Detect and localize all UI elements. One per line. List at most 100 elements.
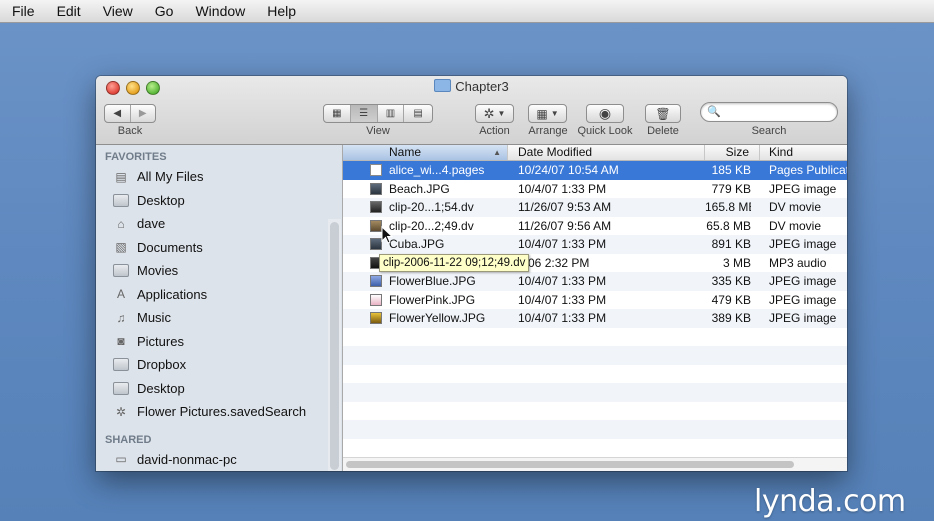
empty-row (343, 420, 847, 439)
jpeg-image-icon (370, 275, 382, 287)
sidebar-item-dropbox[interactable]: Dropbox (96, 353, 342, 377)
column-date-modified[interactable]: Date Modified (508, 145, 705, 160)
folder-icon (113, 381, 129, 395)
file-date: 11/26/07 9:56 AM (518, 218, 612, 233)
pages-document-icon (370, 164, 382, 176)
file-kind: JPEG image (769, 237, 837, 251)
trash-icon: 🗑 (655, 106, 671, 121)
column-view-icon[interactable]: ▥ (378, 105, 405, 122)
file-date: 10/4/07 1:33 PM (518, 181, 607, 196)
folder-icon (434, 79, 452, 92)
sidebar-item-music[interactable]: ♫ Music (96, 306, 342, 330)
finder-window: Chapter3 ◀ ▶ Back ▦ ☰ ▥ ▤ View ✲ ▼ Action… (96, 76, 847, 471)
file-name: alice_wi...4.pages (389, 163, 485, 177)
file-size: 3 MB (722, 255, 751, 270)
folder-icon (113, 193, 129, 207)
file-date: 10/24/07 10:54 AM (518, 163, 619, 177)
sidebar-item-documents[interactable]: ▧ Documents (96, 236, 342, 260)
delete-button[interactable]: 🗑 (645, 104, 681, 123)
column-size[interactable]: Size (705, 145, 760, 160)
dv-movie-icon (370, 201, 382, 213)
applications-icon: A (116, 287, 125, 302)
action-button[interactable]: ✲ ▼ (475, 104, 514, 123)
menu-file[interactable]: File (0, 0, 46, 22)
table-row[interactable]: alice_wi...4.pages 10/24/07 10:54 AM 185… (343, 161, 847, 180)
file-kind: DV movie (769, 218, 822, 233)
back-button[interactable]: ◀ (105, 105, 131, 122)
file-kind: JPEG image (769, 181, 837, 196)
file-name: Beach.JPG (389, 181, 450, 196)
table-row[interactable]: FlowerYellow.JPG 10/4/07 1:33 PM 389 KB … (343, 309, 847, 328)
column-kind[interactable]: Kind (760, 145, 847, 160)
sidebar-scroll-thumb[interactable] (330, 222, 339, 470)
file-name: FlowerYellow.JPG (389, 311, 486, 325)
sidebar-item-label: Music (137, 310, 171, 326)
music-icon: ♫ (116, 310, 126, 325)
view-label: View (366, 125, 390, 137)
delete-label: Delete (647, 125, 679, 137)
sidebar-item-movies[interactable]: Movies (96, 259, 342, 283)
sidebar-item-david-nonmac-pc[interactable]: ▭ david-nonmac-pc (96, 448, 342, 472)
empty-row (343, 346, 847, 365)
arrange-grid-icon: ▦ (536, 106, 548, 121)
file-date: 10/4/07 1:33 PM (518, 292, 607, 307)
back-forward-control: ◀ ▶ (104, 104, 156, 123)
sidebar-item-all-my-files[interactable]: ▤ All My Files (96, 165, 342, 189)
empty-row (343, 328, 847, 347)
column-name[interactable]: Name ▲ (343, 145, 508, 160)
gear-icon: ✲ (115, 404, 127, 419)
sidebar-item-applications[interactable]: A Applications (96, 283, 342, 307)
shared-header: SHARED (105, 433, 152, 446)
menu-edit[interactable]: Edit (46, 0, 92, 22)
list-view-icon[interactable]: ☰ (350, 105, 378, 122)
sidebar-item-desktop-2[interactable]: Desktop (96, 377, 342, 401)
sidebar-item-desktop[interactable]: Desktop (96, 189, 342, 213)
filename-tooltip: clip-2006-11-22 09;12;49.dv (379, 254, 530, 272)
forward-button[interactable]: ▶ (131, 105, 156, 122)
sidebar-item-dave[interactable]: ⌂ dave (96, 212, 342, 236)
table-row[interactable]: Cuba.JPG 10/4/07 1:33 PM 891 KB JPEG ima… (343, 235, 847, 254)
file-name: FlowerBlue.JPG (389, 274, 476, 288)
menu-go[interactable]: Go (144, 0, 185, 22)
menu-window[interactable]: Window (184, 0, 256, 22)
table-row[interactable]: FlowerBlue.JPG 10/4/07 1:33 PM 335 KB JP… (343, 272, 847, 291)
sidebar-item-flower-pictures[interactable]: ✲ Flower Pictures.savedSearch (96, 400, 342, 424)
file-date: 10/4/07 1:33 PM (518, 311, 607, 325)
horizontal-scroll-thumb[interactable] (346, 461, 794, 468)
table-row[interactable]: clip-20...1;54.dv 11/26/07 9:53 AM 165.8… (343, 198, 847, 217)
icon-view-icon[interactable]: ▦ (324, 105, 351, 122)
sidebar-item-pictures[interactable]: ◙ Pictures (96, 330, 342, 354)
all-files-icon: ▤ (115, 169, 127, 184)
window-title: Chapter3 (96, 79, 847, 94)
empty-row (343, 383, 847, 402)
table-row[interactable]: clip-20...2;49.dv 11/26/07 9:56 AM 65.8 … (343, 217, 847, 236)
file-date: 11/26/07 9:53 AM (518, 200, 612, 214)
file-date: 10/4/07 1:33 PM (518, 237, 607, 251)
file-kind: Pages Publicat (769, 163, 847, 177)
menu-help[interactable]: Help (256, 0, 307, 22)
arrange-button[interactable]: ▦ ▼ (528, 104, 567, 123)
view-mode-control: ▦ ☰ ▥ ▤ (323, 104, 433, 123)
search-input[interactable]: 🔍 (700, 102, 838, 122)
empty-row (343, 402, 847, 421)
file-size: 389 KB (711, 311, 751, 325)
file-name: FlowerPink.JPG (389, 292, 476, 307)
coverflow-view-icon[interactable]: ▤ (404, 105, 432, 122)
file-kind: MP3 audio (769, 255, 827, 270)
table-row[interactable]: Beach.JPG 10/4/07 1:33 PM 779 KB JPEG im… (343, 180, 847, 199)
chevron-down-icon: ▼ (550, 109, 559, 118)
file-date: 9/06 2:32 PM (518, 255, 590, 270)
menu-view[interactable]: View (92, 0, 144, 22)
file-size: 335 KB (711, 274, 751, 288)
back-label: Back (117, 125, 143, 137)
sidebar: FAVORITES ▤ All My Files Desktop ⌂ dave ▧ D… (96, 145, 343, 471)
sidebar-item-label: Flower Pictures.savedSearch (137, 404, 307, 420)
home-icon: ⌂ (117, 216, 125, 231)
sidebar-item-label: david-nonmac-pc (137, 451, 237, 467)
sidebar-item-label: Desktop (137, 380, 185, 396)
action-label: Action (479, 125, 510, 137)
quick-look-button[interactable]: ◉ (586, 104, 624, 123)
table-row[interactable]: FlowerPink.JPG 10/4/07 1:33 PM 479 KB JP… (343, 291, 847, 310)
sidebar-item-label: Dropbox (137, 357, 187, 373)
lynda-watermark: lynda.com (754, 484, 906, 519)
